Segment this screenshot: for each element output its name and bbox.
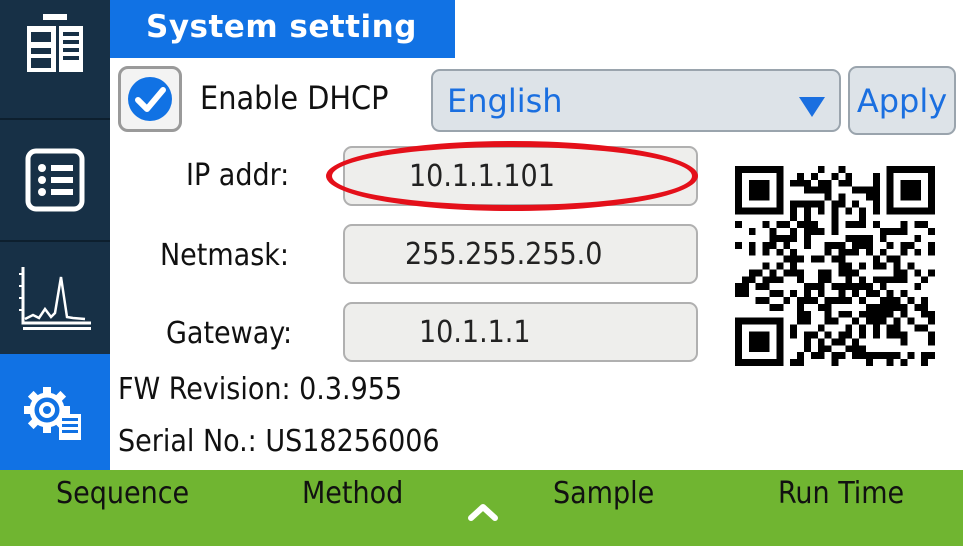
settings-icon bbox=[24, 387, 81, 440]
gateway-field[interactable]: 10.1.1.1 bbox=[343, 302, 698, 362]
sidebar bbox=[0, 0, 110, 470]
dropdown-arrow-icon bbox=[799, 97, 825, 117]
chromatogram-icon bbox=[19, 267, 91, 330]
netmask-field[interactable]: 255.255.255.0 bbox=[343, 224, 698, 284]
devices-icon bbox=[27, 14, 83, 72]
list-icon bbox=[25, 148, 85, 212]
apply-button[interactable]: Apply bbox=[848, 66, 956, 135]
fw-revision-text: FW Revision: 0.3.955 bbox=[118, 372, 403, 407]
checkmark-icon bbox=[128, 77, 172, 121]
dhcp-checkbox[interactable] bbox=[118, 66, 182, 132]
bottom-nav-bar: Sequence Method Sample Run Time bbox=[0, 470, 963, 546]
chevron-up-icon[interactable] bbox=[463, 496, 503, 526]
dhcp-label: Enable DHCP bbox=[200, 79, 389, 117]
ip-addr-label: IP addr: bbox=[186, 158, 290, 193]
page-title: System setting bbox=[110, 0, 455, 58]
gateway-label: Gateway: bbox=[166, 316, 293, 351]
language-select-value: English bbox=[447, 81, 563, 120]
nav-sample[interactable]: Sample bbox=[553, 476, 654, 511]
nav-run-time[interactable]: Run Time bbox=[778, 476, 904, 511]
serial-number-text: Serial No.: US18256006 bbox=[118, 424, 440, 459]
sidebar-item-list[interactable] bbox=[0, 120, 110, 240]
netmask-label: Netmask: bbox=[160, 238, 289, 273]
gateway-value: 10.1.1.1 bbox=[419, 314, 531, 350]
sidebar-item-chromatogram[interactable] bbox=[0, 242, 110, 354]
sidebar-item-settings[interactable] bbox=[0, 354, 110, 470]
qr-code-icon bbox=[735, 166, 935, 366]
language-select[interactable]: English bbox=[431, 69, 841, 132]
nav-sequence[interactable]: Sequence bbox=[56, 476, 189, 511]
netmask-value: 255.255.255.0 bbox=[405, 236, 603, 272]
nav-method[interactable]: Method bbox=[302, 476, 403, 511]
system-setting-screen: System setting Enable DHCP English Apply… bbox=[0, 0, 963, 546]
sidebar-item-devices[interactable] bbox=[0, 0, 110, 88]
ip-addr-highlight-annotation bbox=[326, 141, 698, 211]
